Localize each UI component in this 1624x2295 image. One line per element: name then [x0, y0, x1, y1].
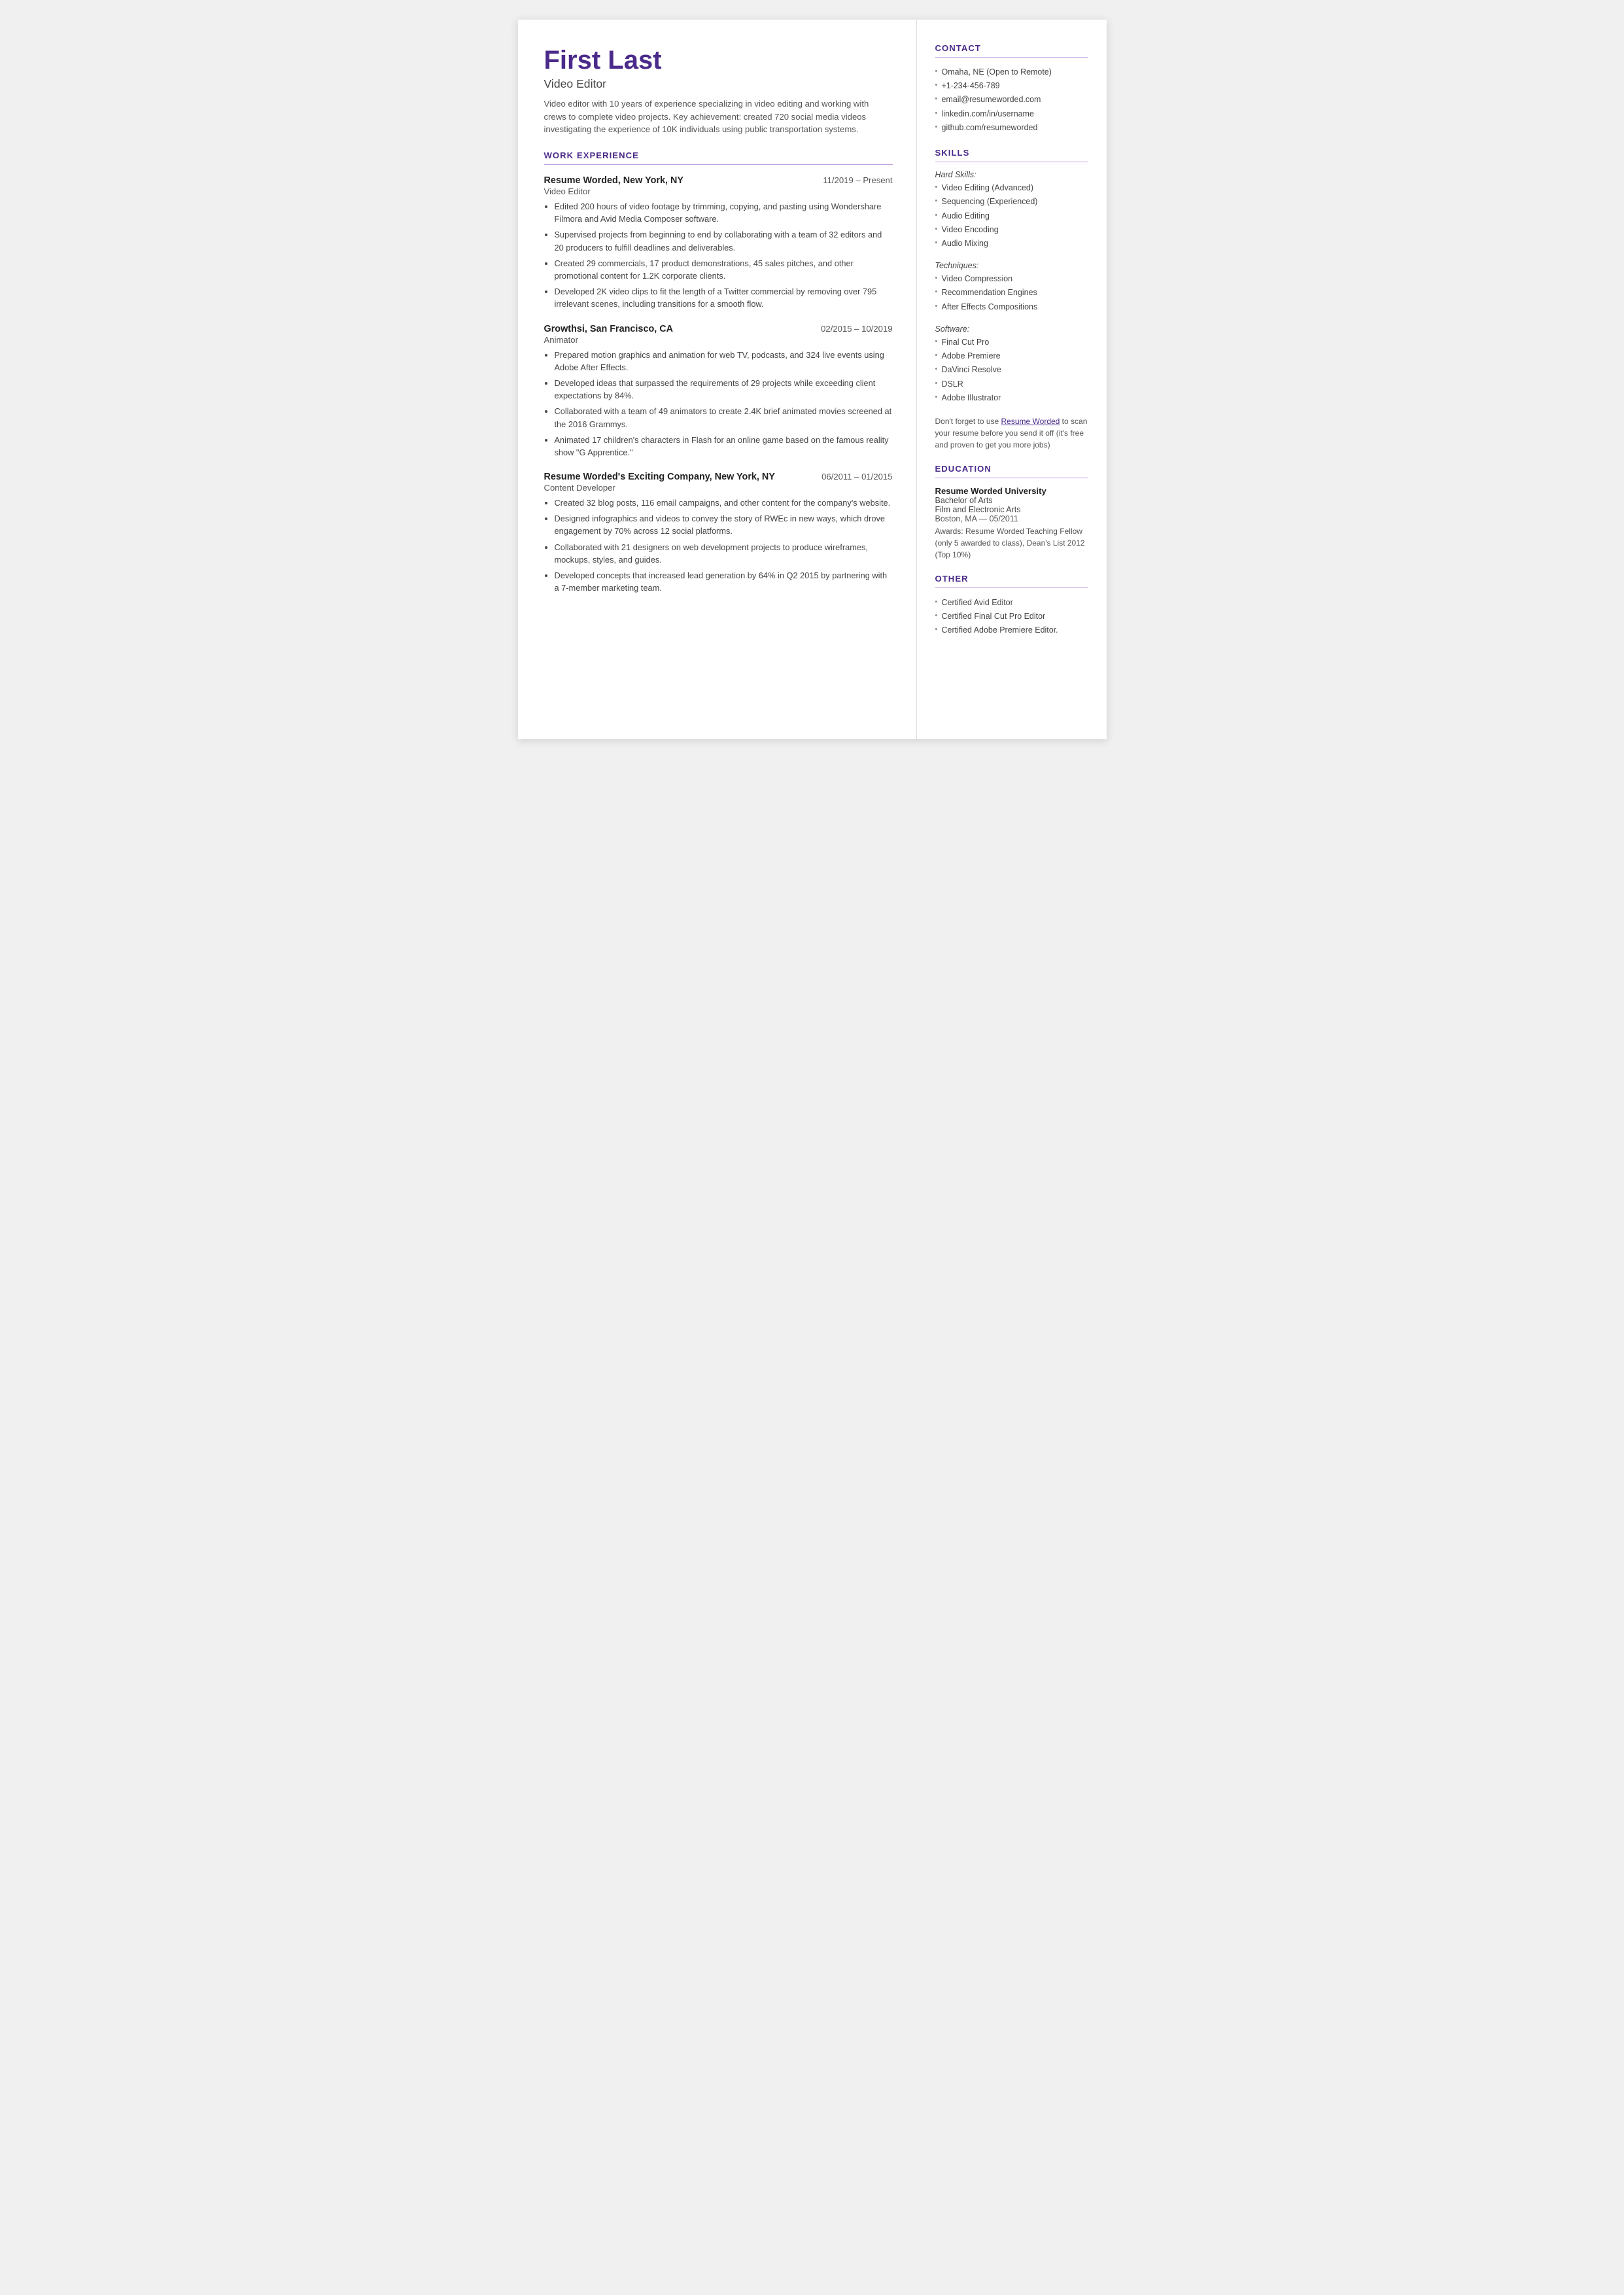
- candidate-summary: Video editor with 10 years of experience…: [544, 97, 893, 136]
- list-item: DaVinci Resolve: [935, 363, 1088, 377]
- list-item: Animated 17 children's characters in Fla…: [555, 434, 893, 459]
- job-3-company: Resume Worded's Exciting Company, New Yo…: [544, 472, 775, 482]
- other-list: Certified Avid Editor Certified Final Cu…: [935, 596, 1088, 638]
- software-list: Final Cut Pro Adobe Premiere DaVinci Res…: [935, 336, 1088, 405]
- job-3: Resume Worded's Exciting Company, New Yo…: [544, 472, 893, 594]
- work-experience-divider: [544, 164, 893, 165]
- promo-link[interactable]: Resume Worded: [1001, 417, 1060, 426]
- list-item: Developed ideas that surpassed the requi…: [555, 377, 893, 402]
- promo-block: Don't forget to use Resume Worded to sca…: [935, 415, 1088, 451]
- resume-document: First Last Video Editor Video editor wit…: [518, 20, 1107, 739]
- contact-email: email@resumeworded.com: [935, 93, 1088, 107]
- list-item: Created 32 blog posts, 116 email campaig…: [555, 497, 893, 509]
- hard-skills-label: Hard Skills:: [935, 170, 1088, 179]
- skills-heading: SKILLS: [935, 148, 1088, 158]
- edu-field: Film and Electronic Arts: [935, 505, 1088, 514]
- work-experience-heading: WORK EXPERIENCE: [544, 150, 893, 160]
- edu-school: Resume Worded University: [935, 486, 1088, 496]
- job-1: Resume Worded, New York, NY 11/2019 – Pr…: [544, 175, 893, 311]
- contact-linkedin: linkedin.com/in/username: [935, 107, 1088, 121]
- list-item: Collaborated with a team of 49 animators…: [555, 405, 893, 430]
- contact-section: CONTACT Omaha, NE (Open to Remote) +1-23…: [935, 43, 1088, 135]
- list-item: Created 29 commercials, 17 product demon…: [555, 257, 893, 282]
- edu-awards: Awards: Resume Worded Teaching Fellow (o…: [935, 525, 1088, 561]
- job-2-role: Animator: [544, 335, 893, 345]
- list-item: Audio Mixing: [935, 237, 1088, 251]
- list-item: Video Encoding: [935, 223, 1088, 237]
- contact-github: github.com/resumeworded: [935, 121, 1088, 135]
- edu-location: Boston, MA — 05/2011: [935, 514, 1088, 523]
- candidate-name: First Last: [544, 46, 893, 75]
- list-item: Edited 200 hours of video footage by tri…: [555, 200, 893, 225]
- list-item: Video Compression: [935, 272, 1088, 286]
- hard-skills-list: Video Editing (Advanced) Sequencing (Exp…: [935, 181, 1088, 251]
- edu-degree: Bachelor of Arts: [935, 496, 1088, 505]
- techniques-label: Techniques:: [935, 261, 1088, 270]
- list-item: Collaborated with 21 designers on web de…: [555, 541, 893, 566]
- promo-text-before: Don't forget to use: [935, 417, 1001, 426]
- list-item: Adobe Premiere: [935, 349, 1088, 363]
- contact-divider: [935, 57, 1088, 58]
- job-3-bullets: Created 32 blog posts, 116 email campaig…: [544, 497, 893, 594]
- list-item: Final Cut Pro: [935, 336, 1088, 349]
- job-1-dates: 11/2019 – Present: [823, 175, 892, 185]
- list-item: Certified Adobe Premiere Editor.: [935, 623, 1088, 637]
- list-item: Supervised projects from beginning to en…: [555, 228, 893, 253]
- candidate-title: Video Editor: [544, 77, 893, 91]
- other-heading: OTHER: [935, 574, 1088, 584]
- job-2: Growthsi, San Francisco, CA 02/2015 – 10…: [544, 324, 893, 459]
- job-3-role: Content Developer: [544, 483, 893, 493]
- job-2-company: Growthsi, San Francisco, CA: [544, 324, 674, 334]
- list-item: Developed concepts that increased lead g…: [555, 569, 893, 594]
- contact-location: Omaha, NE (Open to Remote): [935, 65, 1088, 79]
- list-item: Certified Avid Editor: [935, 596, 1088, 610]
- left-column: First Last Video Editor Video editor wit…: [518, 20, 917, 739]
- job-1-role: Video Editor: [544, 186, 893, 196]
- skills-section: SKILLS Hard Skills: Video Editing (Advan…: [935, 148, 1088, 451]
- job-3-header: Resume Worded's Exciting Company, New Yo…: [544, 472, 893, 482]
- job-2-bullets: Prepared motion graphics and animation f…: [544, 349, 893, 459]
- job-2-header: Growthsi, San Francisco, CA 02/2015 – 10…: [544, 324, 893, 334]
- education-heading: EDUCATION: [935, 464, 1088, 474]
- list-item: Developed 2K video clips to fit the leng…: [555, 285, 893, 310]
- list-item: Recommendation Engines: [935, 286, 1088, 300]
- job-3-dates: 06/2011 – 01/2015: [821, 472, 892, 482]
- list-item: Designed infographics and videos to conv…: [555, 512, 893, 537]
- job-1-header: Resume Worded, New York, NY 11/2019 – Pr…: [544, 175, 893, 186]
- education-section: EDUCATION Resume Worded University Bache…: [935, 464, 1088, 561]
- list-item: Sequencing (Experienced): [935, 195, 1088, 209]
- contact-list: Omaha, NE (Open to Remote) +1-234-456-78…: [935, 65, 1088, 135]
- job-2-dates: 02/2015 – 10/2019: [821, 324, 892, 334]
- other-divider: [935, 587, 1088, 588]
- contact-heading: CONTACT: [935, 43, 1088, 53]
- job-1-bullets: Edited 200 hours of video footage by tri…: [544, 200, 893, 311]
- education-block: Resume Worded University Bachelor of Art…: [935, 486, 1088, 561]
- list-item: Certified Final Cut Pro Editor: [935, 610, 1088, 623]
- other-section: OTHER Certified Avid Editor Certified Fi…: [935, 574, 1088, 638]
- job-1-company: Resume Worded, New York, NY: [544, 175, 684, 186]
- right-column: CONTACT Omaha, NE (Open to Remote) +1-23…: [917, 20, 1107, 739]
- list-item: After Effects Compositions: [935, 300, 1088, 314]
- techniques-list: Video Compression Recommendation Engines…: [935, 272, 1088, 314]
- contact-phone: +1-234-456-789: [935, 79, 1088, 93]
- list-item: Prepared motion graphics and animation f…: [555, 349, 893, 374]
- software-label: Software:: [935, 324, 1088, 334]
- list-item: DSLR: [935, 377, 1088, 391]
- list-item: Adobe Illustrator: [935, 391, 1088, 405]
- list-item: Video Editing (Advanced): [935, 181, 1088, 195]
- list-item: Audio Editing: [935, 209, 1088, 223]
